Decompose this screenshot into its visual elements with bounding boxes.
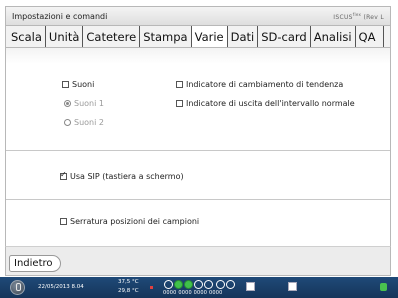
sample-positions (164, 280, 213, 289)
status-bar: 22/05/2013 8.04 37,5 °C 29,8 °C 0000 000… (0, 277, 398, 298)
radio-button[interactable] (64, 119, 71, 126)
tab-dati[interactable]: Dati (228, 26, 259, 47)
settings-panel: Suoni Suoni 1 Suoni 2 Indicatore di camb… (5, 48, 391, 246)
divider (6, 199, 390, 200)
title-bar: Impostazioni e comandi ISCUSflex (Rev L (5, 6, 391, 25)
bottom-toolbar: Indietro (5, 246, 391, 276)
position-empty-icon (204, 280, 213, 289)
sip-checkbox[interactable]: Usa SIP (tastiera a schermo) (60, 170, 184, 181)
tab-sd-card[interactable]: SD-card (258, 26, 311, 47)
divider (6, 150, 390, 151)
window-title: Impostazioni e comandi (12, 11, 108, 21)
keyboard-icon (246, 282, 255, 291)
checkbox-box[interactable] (176, 81, 183, 88)
range-indicator-label: Indicatore di uscita dell'intervallo nor… (186, 99, 355, 108)
suoni2-radio[interactable]: Suoni 2 (64, 118, 104, 127)
temperature-1: 37,5 °C (118, 279, 139, 285)
position-empty-icon (164, 280, 173, 289)
tab-catetere[interactable]: Catetere (83, 26, 141, 47)
brand-logo: ISCUSflex (Rev L (333, 11, 384, 21)
sip-label: Usa SIP (tastiera a schermo) (70, 172, 184, 181)
tab-scala[interactable]: Scala (8, 26, 46, 47)
position-empty-icon (226, 280, 235, 289)
power-icon[interactable] (10, 280, 25, 295)
lock-positions-label: Serratura posizioni dei campioni (70, 217, 200, 226)
tab-qa[interactable]: QA (356, 26, 385, 47)
radio-button[interactable] (64, 100, 71, 107)
alert-dot-icon (150, 286, 153, 289)
tab-varie[interactable]: Varie (191, 26, 228, 47)
tab-unita[interactable]: Unità (46, 26, 84, 47)
position-filled-icon (174, 280, 183, 289)
date-time: 22/05/2013 8.04 (38, 284, 84, 290)
tab-analisi[interactable]: Analisi (311, 26, 356, 47)
tab-stampa[interactable]: Stampa (140, 26, 192, 47)
suoni1-label: Suoni 1 (74, 99, 104, 108)
sample-positions-2 (216, 280, 235, 289)
trend-indicator-checkbox[interactable]: Indicatore di cambiamento di tendenza (176, 80, 343, 89)
position-filled-icon (184, 280, 193, 289)
status-indicator-icon (380, 283, 387, 291)
tab-bar: Scala Unità Catetere Stampa Varie Dati S… (5, 25, 391, 48)
checkbox-box[interactable] (62, 81, 69, 88)
position-empty-icon (194, 280, 203, 289)
suoni1-radio[interactable]: Suoni 1 (64, 99, 104, 108)
sd-card-icon (288, 282, 297, 291)
position-counters: 0000 0000 0000 0000 (163, 290, 223, 296)
lock-positions-checkbox[interactable]: Serratura posizioni dei campioni (60, 217, 199, 226)
suoni-label: Suoni (72, 80, 95, 89)
checkbox-box[interactable] (176, 100, 183, 107)
range-indicator-checkbox[interactable]: Indicatore di uscita dell'intervallo nor… (176, 99, 355, 108)
suoni-checkbox[interactable]: Suoni (62, 80, 94, 89)
trend-indicator-label: Indicatore di cambiamento di tendenza (186, 80, 344, 89)
back-button[interactable]: Indietro (9, 255, 61, 272)
position-empty-icon (216, 280, 225, 289)
checkbox-box[interactable] (60, 170, 67, 180)
checkbox-box[interactable] (60, 218, 67, 225)
temperature-2: 29,8 °C (118, 288, 139, 294)
suoni2-label: Suoni 2 (74, 118, 104, 127)
